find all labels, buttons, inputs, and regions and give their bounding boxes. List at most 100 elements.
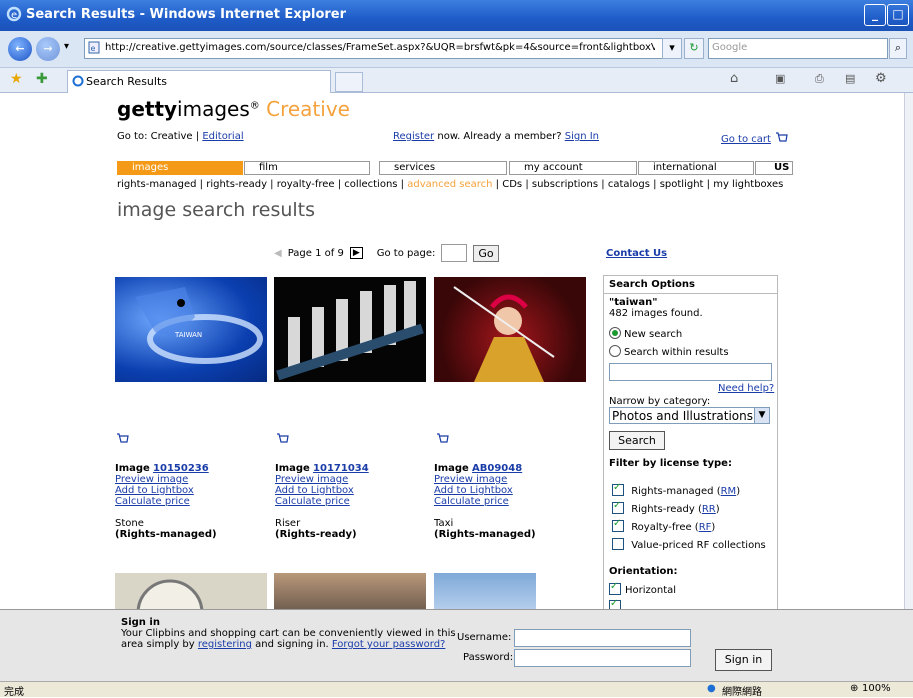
subnav-cds[interactable]: CDs (502, 179, 522, 190)
calculate-price-link-3[interactable]: Calculate price (434, 496, 509, 507)
result-info-2: Image 10171034 Preview image Add to Ligh… (275, 463, 369, 540)
license-value-rf-checkbox[interactable]: Value-priced RF collections (612, 538, 766, 551)
page-scrollbar[interactable] (904, 93, 913, 609)
history-dropdown-icon[interactable]: ▾ (64, 41, 69, 52)
result-thumbnail-6[interactable] (434, 573, 536, 609)
image-id-link-2[interactable]: 10171034 (313, 463, 369, 474)
zoom-level[interactable]: 100% (862, 683, 891, 694)
preview-image-link-3[interactable]: Preview image (434, 474, 507, 485)
orientation-horizontal-checkbox[interactable]: Horizontal (609, 581, 676, 596)
result-thumbnail-1[interactable]: TAIWAN (115, 277, 267, 382)
add-to-cart-icon-1[interactable] (115, 432, 129, 446)
subnav-catalogs[interactable]: catalogs (608, 179, 650, 190)
orientation-title: Orientation: (609, 566, 678, 577)
tab-us[interactable]: US (755, 161, 793, 175)
zoom-icon[interactable]: ⊕ (850, 683, 858, 694)
refresh-button[interactable]: ↻ (684, 38, 704, 59)
registering-link[interactable]: registering (198, 639, 252, 650)
radio-icon (609, 345, 621, 357)
result-info-1: Image 10150236 Preview image Add to Ligh… (115, 463, 217, 540)
go-button[interactable]: Go (473, 244, 499, 262)
address-dropdown-button[interactable]: ▾ (662, 38, 682, 59)
home-icon[interactable]: ⌂ (730, 71, 738, 86)
back-button[interactable]: ← (8, 37, 32, 61)
subnav-advanced-search[interactable]: advanced search (407, 179, 492, 190)
license-rr-checkbox[interactable]: Rights-ready (RR) (612, 500, 720, 515)
search-button[interactable]: Search (609, 431, 665, 450)
calculate-price-link-2[interactable]: Calculate price (275, 496, 350, 507)
add-favorites-icon[interactable]: ✚ (36, 71, 48, 87)
tools-gear-icon[interactable]: ⚙ (875, 71, 887, 86)
contact-us-link[interactable]: Contact Us (606, 248, 667, 259)
search-within-input[interactable] (609, 363, 772, 381)
preview-image-link-2[interactable]: Preview image (275, 474, 348, 485)
cart-icon[interactable] (774, 131, 788, 145)
minimize-button[interactable]: _ (864, 4, 886, 26)
subnav-royalty-free[interactable]: royalty-free (277, 179, 335, 190)
result-thumbnail-2[interactable] (274, 277, 426, 382)
rf-link[interactable]: RF (699, 522, 712, 533)
rr-link[interactable]: RR (702, 504, 716, 515)
favorites-star-icon[interactable]: ★ (10, 71, 23, 87)
statues-image (276, 281, 424, 381)
editorial-link[interactable]: Editorial (202, 131, 243, 142)
orientation-vertical-checkbox[interactable] (609, 598, 625, 609)
maximize-button[interactable]: □ (887, 4, 909, 26)
forgot-password-link[interactable]: Forgot your password? (332, 639, 445, 650)
tab-film[interactable]: film (244, 161, 370, 175)
username-input[interactable] (514, 629, 691, 647)
add-to-cart-icon-2[interactable] (275, 432, 289, 446)
subnav-collections[interactable]: collections (344, 179, 397, 190)
tab-images[interactable]: images (117, 161, 243, 175)
subnav-subscriptions[interactable]: subscriptions (532, 179, 598, 190)
subnav-spotlight[interactable]: spotlight (660, 179, 704, 190)
next-page-icon[interactable]: ▶ (349, 247, 363, 259)
feeds-icon[interactable]: ▣ (775, 72, 785, 85)
tab-international[interactable]: international (638, 161, 754, 175)
calculate-price-link-1[interactable]: Calculate price (115, 496, 190, 507)
add-to-lightbox-link-2[interactable]: Add to Lightbox (275, 485, 354, 496)
need-help-link[interactable]: Need help? (718, 383, 774, 394)
license-rf-checkbox[interactable]: Royalty-free (RF) (612, 518, 715, 533)
image-id-link-3[interactable]: AB09048 (472, 463, 522, 474)
license-rm-checkbox[interactable]: Rights-managed (RM) (612, 482, 740, 497)
page-number-input[interactable] (441, 244, 468, 262)
subnav-rights-ready[interactable]: rights-ready (206, 179, 267, 190)
subnav-my-lightboxes[interactable]: my lightboxes (713, 179, 783, 190)
sign-in-link[interactable]: Sign In (565, 131, 599, 142)
address-bar[interactable]: e http://creative.gettyimages.com/source… (84, 38, 678, 59)
search-box[interactable]: Google (708, 38, 888, 59)
rm-link[interactable]: RM (721, 486, 737, 497)
image-id-link-1[interactable]: 10150236 (153, 463, 209, 474)
tab-services[interactable]: services (379, 161, 507, 175)
print-icon[interactable]: ⎙ (815, 72, 824, 86)
address-text: http://creative.gettyimages.com/source/c… (105, 42, 655, 53)
svg-text:e: e (11, 10, 17, 21)
page-indicator: Page 1 of 9 (287, 247, 344, 259)
category-select[interactable]: Photos and Illustrations ▼ (609, 407, 770, 424)
chevron-down-icon: ▼ (754, 408, 769, 423)
add-to-lightbox-link-3[interactable]: Add to Lightbox (434, 485, 513, 496)
subnav-rights-managed[interactable]: rights-managed (117, 179, 197, 190)
tab-my-account[interactable]: my account (509, 161, 637, 175)
search-within-radio[interactable]: Search within results (609, 345, 729, 358)
gettyimages-logo[interactable]: gettyimages® Creative (117, 97, 350, 121)
add-to-lightbox-link-1[interactable]: Add to Lightbox (115, 485, 194, 496)
new-search-radio[interactable]: New search (609, 327, 682, 340)
sign-in-button[interactable]: Sign in (715, 649, 772, 671)
result-thumbnail-5[interactable] (274, 573, 426, 609)
forward-button[interactable]: → (36, 37, 60, 61)
tab-search-results[interactable]: Search Results (67, 70, 331, 93)
new-tab-button[interactable] (335, 72, 363, 92)
tab-label: Search Results (86, 75, 168, 88)
result-thumbnail-3[interactable] (434, 277, 586, 382)
result-thumbnail-4[interactable] (115, 573, 267, 609)
preview-image-link-1[interactable]: Preview image (115, 474, 188, 485)
brand-2: Riser (275, 518, 301, 529)
page-menu-icon[interactable]: ▤ (845, 72, 855, 85)
password-input[interactable] (514, 649, 691, 667)
register-link[interactable]: Register (393, 131, 434, 142)
add-to-cart-icon-3[interactable] (435, 432, 449, 446)
search-icon[interactable]: ⌕ (889, 38, 907, 59)
go-to-cart-link[interactable]: Go to cart (721, 134, 771, 145)
